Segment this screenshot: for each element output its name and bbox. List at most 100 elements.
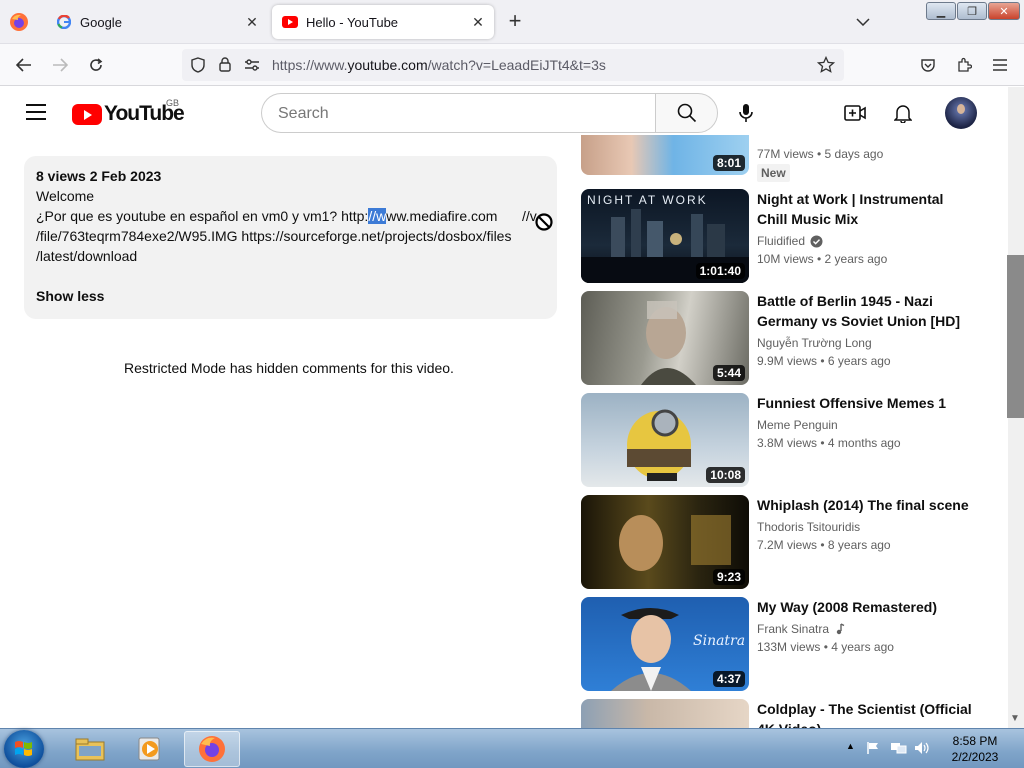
mediafire-link[interactable]: ww.mediafire.com bbox=[386, 208, 497, 224]
close-window-button[interactable]: ✕ bbox=[988, 2, 1020, 20]
description-line[interactable]: /latest/download bbox=[36, 248, 137, 264]
channel-name[interactable]: Nguyễn Trường Long bbox=[757, 336, 872, 350]
video-title[interactable]: Whiplash (2014) The final scene bbox=[757, 495, 972, 515]
description-line: Welcome bbox=[36, 188, 95, 204]
recommendation-item[interactable]: 9:23 Whiplash (2014) The final scene Tho… bbox=[581, 495, 981, 589]
text-selection: //w bbox=[368, 208, 387, 224]
recommendation-item[interactable]: 5:44 Battle of Berlin 1945 - Nazi German… bbox=[581, 291, 981, 385]
list-tabs-chevron-icon[interactable] bbox=[852, 12, 874, 32]
show-less-button[interactable]: Show less bbox=[36, 288, 104, 304]
firefox-taskbar-icon[interactable] bbox=[184, 731, 240, 767]
video-duration: 10:08 bbox=[706, 467, 745, 483]
video-stats: 10M views • 2 years ago bbox=[757, 252, 888, 266]
video-thumbnail[interactable]: NIGHT AT WORK 1:01:40 bbox=[581, 189, 749, 283]
new-tab-button[interactable]: + bbox=[503, 10, 527, 34]
video-stats: 9.9M views • 6 years ago bbox=[757, 354, 891, 368]
video-stats: 3.8M views • 4 months ago bbox=[757, 436, 901, 450]
video-description[interactable]: 8 views 2 Feb 2023 Welcome ¿Por que es y… bbox=[24, 156, 557, 319]
show-hidden-icons-icon[interactable]: ▲ bbox=[846, 741, 855, 751]
search-placeholder: Search bbox=[278, 105, 329, 122]
close-tab-icon[interactable]: ✕ bbox=[466, 10, 490, 34]
video-title[interactable]: My Way (2008 Remastered) bbox=[757, 597, 972, 617]
url-host: youtube.com bbox=[347, 57, 428, 73]
recommendation-item[interactable]: Sinatra 4:37 My Way (2008 Remastered) Fr… bbox=[581, 597, 981, 691]
system-clock[interactable]: 8:58 PM 2/2/2023 bbox=[940, 733, 1010, 765]
channel-name[interactable]: Meme Penguin bbox=[757, 418, 838, 432]
video-title[interactable]: Coldplay - The Scientist (Official 4K Vi… bbox=[757, 699, 972, 728]
guide-menu-icon[interactable] bbox=[26, 104, 46, 120]
recommendation-item[interactable]: 10:08 Funniest Offensive Memes 1 Meme Pe… bbox=[581, 393, 981, 487]
close-tab-icon[interactable]: ✕ bbox=[240, 10, 264, 34]
forward-arrow-icon[interactable] bbox=[48, 53, 72, 77]
video-thumbnail[interactable]: 9:23 bbox=[581, 495, 749, 589]
svg-text:Sinatra: Sinatra bbox=[693, 633, 745, 649]
avatar[interactable] bbox=[945, 97, 977, 129]
video-duration: 1:01:40 bbox=[695, 263, 745, 279]
lock-icon[interactable] bbox=[218, 56, 232, 78]
video-thumbnail[interactable]: Sinatra 4:37 bbox=[581, 597, 749, 691]
maximize-button[interactable]: ❐ bbox=[957, 2, 987, 20]
video-title[interactable]: Night at Work | Instrumental Chill Music… bbox=[757, 189, 972, 229]
action-center-flag-icon[interactable] bbox=[866, 741, 880, 760]
search-button[interactable] bbox=[655, 93, 718, 133]
youtube-icon bbox=[282, 14, 298, 30]
channel-name[interactable]: Frank Sinatra bbox=[757, 622, 845, 636]
minimize-button[interactable]: ▁ bbox=[926, 2, 956, 20]
tracking-shield-icon[interactable] bbox=[190, 57, 206, 78]
reload-icon[interactable] bbox=[84, 53, 108, 77]
extensions-icon[interactable] bbox=[952, 53, 976, 77]
network-icon[interactable] bbox=[890, 741, 908, 760]
video-title[interactable]: Battle of Berlin 1945 - Nazi Germany vs … bbox=[757, 291, 972, 331]
scrollbar-thumb[interactable] bbox=[1007, 255, 1024, 418]
description-line[interactable]: /file/763teqrm784exe2/W95.IMG https://so… bbox=[36, 228, 511, 244]
youtube-header: YouTube GB Search bbox=[0, 87, 1008, 141]
tab-youtube[interactable]: Hello - YouTube ✕ bbox=[272, 5, 494, 39]
not-allowed-cursor-icon bbox=[535, 213, 553, 231]
recommendation-item[interactable]: Coldplay - The Scientist (Official 4K Vi… bbox=[581, 699, 981, 728]
create-video-icon[interactable] bbox=[842, 100, 868, 126]
google-icon bbox=[56, 14, 72, 30]
media-player-taskbar-icon[interactable] bbox=[122, 731, 178, 767]
new-badge: New bbox=[757, 164, 790, 182]
url-prefix: https://www. bbox=[272, 57, 348, 73]
verified-badge-icon bbox=[810, 235, 823, 247]
search-input[interactable]: Search bbox=[261, 93, 655, 133]
pocket-icon[interactable] bbox=[916, 53, 940, 77]
firefox-menu-icon[interactable] bbox=[6, 10, 32, 34]
channel-name[interactable]: Thodoris Tsitouridis bbox=[757, 520, 860, 534]
tab-google[interactable]: Google ✕ bbox=[46, 5, 268, 39]
tab-title: Hello - YouTube bbox=[306, 14, 399, 30]
url-bar[interactable]: https://www.youtube.com/watch?v=LeaadEiJ… bbox=[182, 49, 844, 81]
youtube-play-icon bbox=[72, 103, 102, 125]
video-title[interactable]: Funniest Offensive Memes 1 bbox=[757, 393, 972, 413]
video-duration: 4:37 bbox=[712, 671, 745, 687]
channel-name[interactable]: Fluidified bbox=[757, 234, 823, 248]
search-icon bbox=[677, 103, 696, 123]
video-duration: 5:44 bbox=[712, 365, 745, 381]
view-count-date: 8 views 2 Feb 2023 bbox=[36, 168, 162, 184]
video-thumbnail[interactable]: 10:08 bbox=[581, 393, 749, 487]
restricted-mode-notice: Restricted Mode has hidden comments for … bbox=[124, 360, 454, 376]
clock-time: 8:58 PM bbox=[952, 734, 998, 748]
hamburger-menu-icon[interactable] bbox=[988, 53, 1012, 77]
clock-date: 2/2/2023 bbox=[951, 750, 999, 764]
youtube-logo[interactable]: YouTube GB bbox=[72, 98, 185, 126]
country-code: GB bbox=[166, 98, 180, 108]
notifications-bell-icon[interactable] bbox=[890, 100, 916, 126]
recommendation-item[interactable]: NIGHT AT WORK 1:01:40 Night at Work | In… bbox=[581, 189, 981, 283]
back-arrow-icon[interactable] bbox=[12, 53, 36, 77]
bookmark-star-icon[interactable] bbox=[814, 53, 838, 77]
file-explorer-taskbar-icon[interactable] bbox=[62, 731, 118, 767]
start-button[interactable] bbox=[4, 730, 44, 768]
video-thumbnail[interactable] bbox=[581, 699, 749, 728]
browser-tab-bar: Google ✕ Hello - YouTube ✕ + ▁ ❐ ✕ bbox=[0, 0, 1024, 44]
video-thumbnail[interactable]: 8:01 bbox=[581, 135, 749, 175]
voice-search-icon[interactable] bbox=[733, 99, 759, 127]
volume-icon[interactable] bbox=[914, 741, 930, 760]
permissions-icon[interactable] bbox=[244, 58, 260, 77]
url-text[interactable]: https://www.youtube.com/watch?v=LeaadEiJ… bbox=[272, 57, 606, 73]
video-thumbnail[interactable]: 5:44 bbox=[581, 291, 749, 385]
scroll-down-arrow-icon[interactable]: ▼ bbox=[1010, 713, 1020, 724]
windows-taskbar: ▲ 8:58 PM 2/2/2023 bbox=[0, 728, 1024, 768]
windows-logo-icon bbox=[15, 741, 32, 756]
